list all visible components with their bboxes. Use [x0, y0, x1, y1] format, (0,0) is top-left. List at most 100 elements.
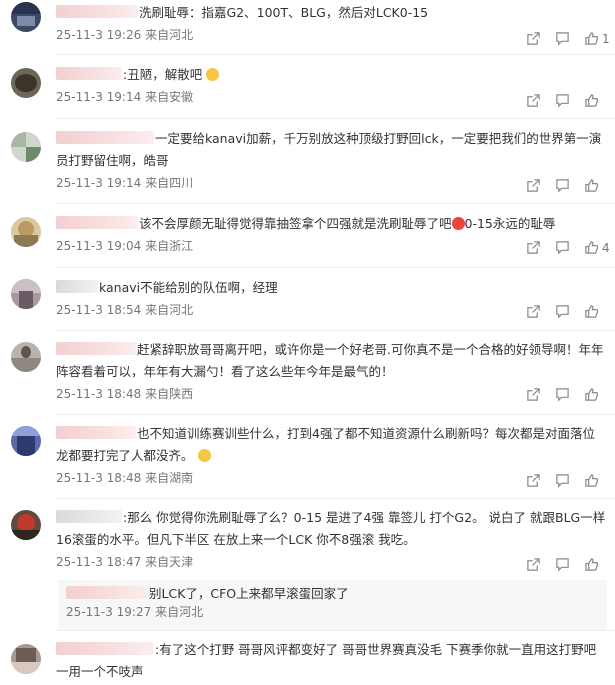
avatar[interactable] — [11, 132, 41, 162]
share-icon — [527, 305, 540, 318]
comment-location: 来自浙江 — [145, 239, 194, 253]
comment-button[interactable] — [555, 93, 570, 108]
angry-emoji-icon — [451, 217, 465, 230]
comment-icon — [556, 305, 569, 319]
blurred-username[interactable] — [56, 131, 154, 144]
divider — [56, 267, 615, 268]
divider — [56, 414, 615, 415]
comment-feed: 洗刷耻辱：指嘉G2、100T、BLG，然后对LCK0-15 25-11-3 19… — [0, 0, 615, 685]
comment-button[interactable] — [555, 31, 570, 46]
comment-text: 也不知道训练赛训些什么，打到4强了都不知道资源什么刷新吗？每次都是对面落位龙都要… — [56, 426, 595, 463]
thumbs-up-icon — [585, 558, 599, 571]
divider — [56, 630, 615, 631]
surprised-emoji-icon — [197, 449, 211, 462]
comment-icon — [556, 474, 569, 488]
thumbs-up-icon — [585, 474, 599, 487]
reply-location: 来自河北 — [155, 605, 204, 619]
comment-button[interactable] — [555, 557, 570, 572]
like-button[interactable] — [584, 473, 610, 488]
share-icon — [527, 241, 540, 254]
like-button[interactable] — [584, 304, 610, 319]
divider — [56, 54, 615, 55]
crying-emoji-icon — [206, 68, 220, 81]
blurred-username[interactable] — [56, 642, 154, 655]
like-button[interactable] — [584, 178, 610, 193]
thumbs-up-icon — [585, 179, 599, 192]
like-button[interactable] — [584, 387, 610, 402]
divider — [56, 330, 615, 331]
avatar[interactable] — [11, 342, 41, 372]
like-button[interactable] — [584, 93, 610, 108]
comment-date: 25-11-3 19:14 — [56, 176, 142, 190]
blurred-username[interactable] — [56, 426, 136, 439]
thumbs-up-icon — [585, 305, 599, 318]
share-button[interactable] — [526, 387, 541, 402]
thumbs-up-icon — [585, 388, 599, 401]
thumbs-up-icon — [585, 241, 599, 254]
blurred-username[interactable] — [56, 67, 122, 80]
avatar[interactable] — [11, 217, 41, 247]
share-icon — [527, 94, 540, 107]
comment-button[interactable] — [555, 240, 570, 255]
comment-location: 来自河北 — [145, 303, 194, 317]
comment-location: 来自天津 — [145, 555, 194, 569]
thumbs-up-icon — [585, 32, 599, 45]
divider — [56, 118, 615, 119]
avatar[interactable] — [11, 644, 41, 674]
share-icon — [527, 558, 540, 571]
share-button[interactable] — [526, 93, 541, 108]
comment-icon — [556, 388, 569, 402]
thumbs-up-icon — [585, 94, 599, 107]
comment-location: 来自湖南 — [145, 471, 194, 485]
comment-button[interactable] — [555, 387, 570, 402]
blurred-username[interactable] — [56, 510, 122, 523]
blurred-username[interactable] — [56, 5, 138, 18]
avatar[interactable] — [11, 279, 41, 309]
avatar[interactable] — [11, 2, 41, 32]
comment-button[interactable] — [555, 178, 570, 193]
comment-location: 来自四川 — [145, 176, 194, 190]
share-button[interactable] — [526, 178, 541, 193]
comment-date: 25-11-3 18:54 — [56, 303, 142, 317]
share-button[interactable] — [526, 240, 541, 255]
comment-date: 25-11-3 19:04 — [56, 239, 142, 253]
reply-date: 25-11-3 19:27 — [66, 605, 152, 619]
share-icon — [527, 179, 540, 192]
comment-icon — [556, 241, 569, 255]
like-count: 1 — [602, 31, 610, 46]
divider — [56, 498, 615, 499]
comment-icon — [556, 32, 569, 46]
comment-date: 25-11-3 18:47 — [56, 555, 142, 569]
comment-location: 来自陕西 — [145, 387, 194, 401]
like-button[interactable]: 4 — [584, 240, 610, 255]
comment-button[interactable] — [555, 304, 570, 319]
share-button[interactable] — [526, 473, 541, 488]
comment-text: :那么 你觉得你洗刷耻辱了么？0-15 是进了4强 靠签儿 打个G2。 说白了 … — [56, 510, 606, 547]
reply-box: 别LCK了，CFO上来都早滚蛋回家了 25-11-3 19:27 来自河北 — [58, 580, 607, 630]
share-icon — [527, 474, 540, 487]
comment-text: 该不会厚颜无耻得觉得靠抽签拿个四强就是洗刷耻辱了吧 — [139, 216, 452, 231]
comment-icon — [556, 94, 569, 108]
blurred-username[interactable] — [56, 216, 138, 229]
divider — [56, 203, 615, 204]
comment-location: 来自河北 — [145, 28, 194, 42]
blurred-username[interactable] — [66, 586, 148, 599]
share-icon — [527, 388, 540, 401]
share-button[interactable] — [526, 557, 541, 572]
comment-text: :丑陋，解散吧 — [123, 67, 203, 82]
avatar[interactable] — [11, 426, 41, 456]
comment-date: 25-11-3 19:26 — [56, 28, 142, 42]
share-button[interactable] — [526, 31, 541, 46]
blurred-username[interactable] — [56, 342, 136, 355]
like-button[interactable] — [584, 557, 610, 572]
blurred-username[interactable] — [56, 280, 98, 293]
avatar[interactable] — [11, 510, 41, 540]
like-button[interactable]: 1 — [584, 31, 610, 46]
avatar[interactable] — [11, 68, 41, 98]
comment-text: 赶紧辞职放哥哥离开吧，或许你是一个好老哥.可你真不是一个合格的好领导啊！年年阵容… — [56, 342, 604, 379]
comment-button[interactable] — [555, 473, 570, 488]
comment-icon — [556, 558, 569, 572]
share-button[interactable] — [526, 304, 541, 319]
share-icon — [527, 32, 540, 45]
comment-date: 25-11-3 18:48 — [56, 387, 142, 401]
